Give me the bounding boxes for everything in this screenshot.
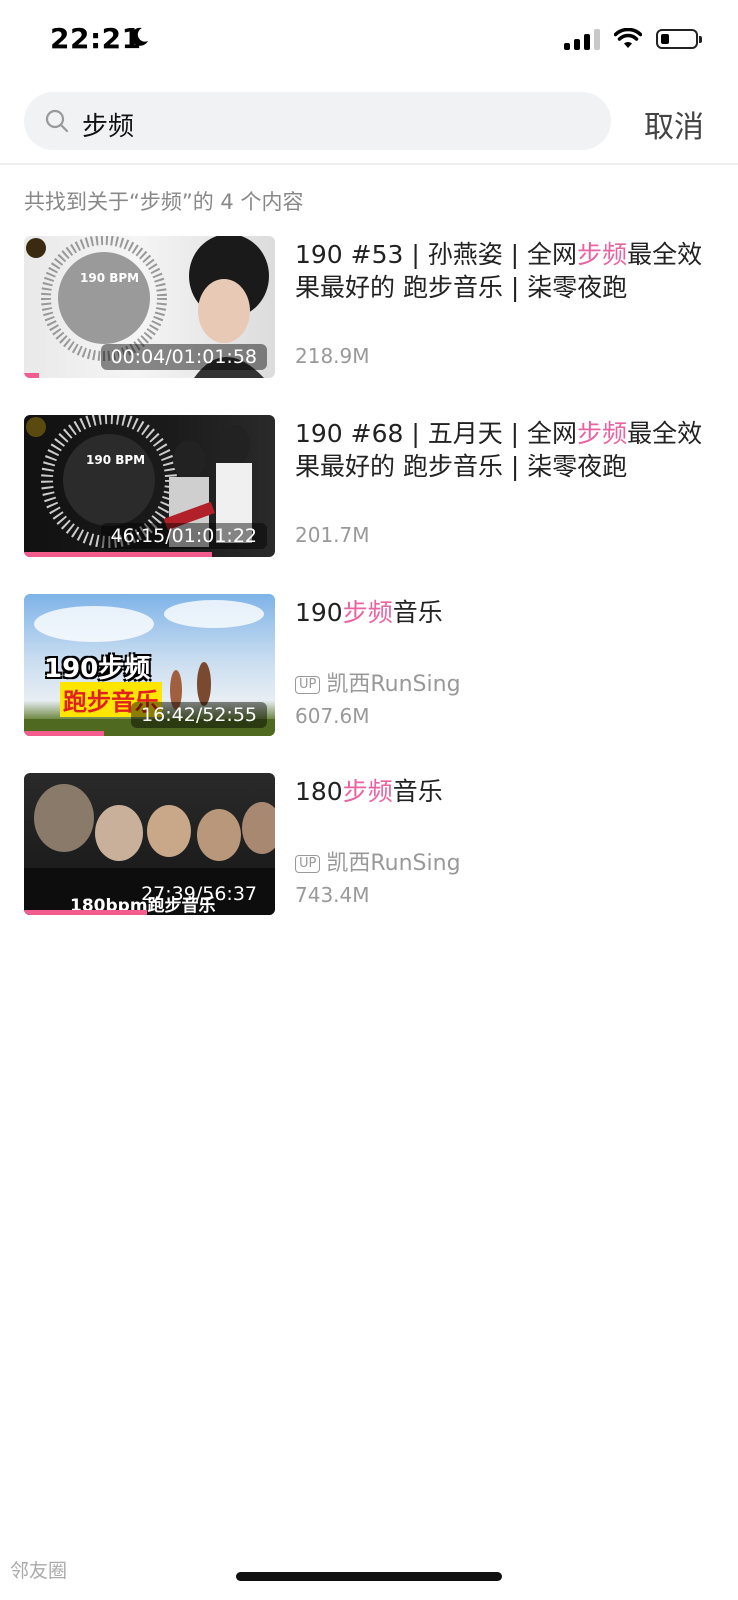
search-input[interactable]: 步频: [24, 92, 611, 150]
view-count: 607.6M: [295, 704, 370, 728]
cancel-button[interactable]: 取消: [644, 102, 704, 146]
view-count: 201.7M: [295, 523, 370, 547]
divider: [0, 163, 738, 165]
watch-progress-bar: [24, 373, 40, 378]
list-item[interactable]: 190 BPM 00:04/01:01:58 190 #53 | 孙燕姿 | 全…: [0, 236, 738, 419]
video-title[interactable]: 190 #68 | 五月天 | 全网步频最全效果最好的 跑步音乐 | 柒零夜跑: [295, 417, 715, 483]
video-thumbnail[interactable]: 190 BPM 00:04/01:01:58: [24, 236, 275, 378]
video-duration: 27:39/56:37: [141, 883, 257, 905]
watch-progress-bar: [24, 731, 105, 736]
video-title[interactable]: 190步频音乐: [295, 596, 715, 629]
up-badge: UP: [295, 676, 321, 694]
battery-icon: [656, 29, 702, 49]
video-thumbnail[interactable]: 180bpm跑步音乐 27:39/56:37: [24, 773, 275, 915]
uploader-name: 凯西RunSing: [326, 672, 461, 697]
up-badge: UP: [295, 855, 321, 873]
uploader-name: 凯西RunSing: [326, 851, 461, 876]
moon-icon: [131, 27, 148, 46]
list-item[interactable]: 190 BPM 46:15/01:01:22 190 #68 | 五月天 | 全…: [0, 415, 738, 598]
list-item[interactable]: 190步频 跑步音乐 16:42/52:55 190步频音乐 UP 凯西RunSi…: [0, 594, 738, 777]
uploader[interactable]: UP 凯西RunSing: [295, 845, 461, 877]
video-thumbnail[interactable]: 190 BPM 46:15/01:01:22: [24, 415, 275, 557]
video-duration: 16:42/52:55: [131, 702, 267, 728]
video-duration: 00:04/01:01:58: [100, 344, 267, 370]
wifi-icon: [614, 28, 642, 48]
video-title[interactable]: 190 #53 | 孙燕姿 | 全网步频最全效果最好的 跑步音乐 | 柒零夜跑: [295, 238, 715, 304]
view-count: 743.4M: [295, 883, 370, 907]
search-icon: [45, 109, 69, 133]
search-bar: 步频 取消: [0, 90, 738, 154]
list-item[interactable]: 180bpm跑步音乐 27:39/56:37 180步频音乐 UP 凯西RunSi…: [0, 773, 738, 956]
video-title[interactable]: 180步频音乐: [295, 775, 715, 808]
cellular-signal-icon: [564, 28, 600, 50]
thumbnail-bpm-label: 190 BPM: [80, 271, 140, 285]
view-count: 218.9M: [295, 344, 370, 368]
watch-progress-bar: [24, 910, 147, 915]
search-query[interactable]: 步频: [82, 106, 134, 143]
result-summary: 共找到关于“步频”的 4 个内容: [24, 190, 304, 214]
home-indicator[interactable]: [236, 1572, 502, 1581]
watch-progress-bar: [24, 552, 213, 557]
thumbnail-title-1: 190步频: [44, 654, 151, 684]
thumbnail-bpm-label: 190 BPM: [86, 453, 146, 467]
video-duration: 46:15/01:01:22: [100, 523, 267, 549]
uploader[interactable]: UP 凯西RunSing: [295, 666, 461, 698]
video-thumbnail[interactable]: 190步频 跑步音乐 16:42/52:55: [24, 594, 275, 736]
watermark: 邻友圈: [10, 1560, 68, 1582]
result-list: 190 BPM 00:04/01:01:58 190 #53 | 孙燕姿 | 全…: [0, 236, 738, 956]
status-bar: 22:21: [0, 0, 738, 80]
